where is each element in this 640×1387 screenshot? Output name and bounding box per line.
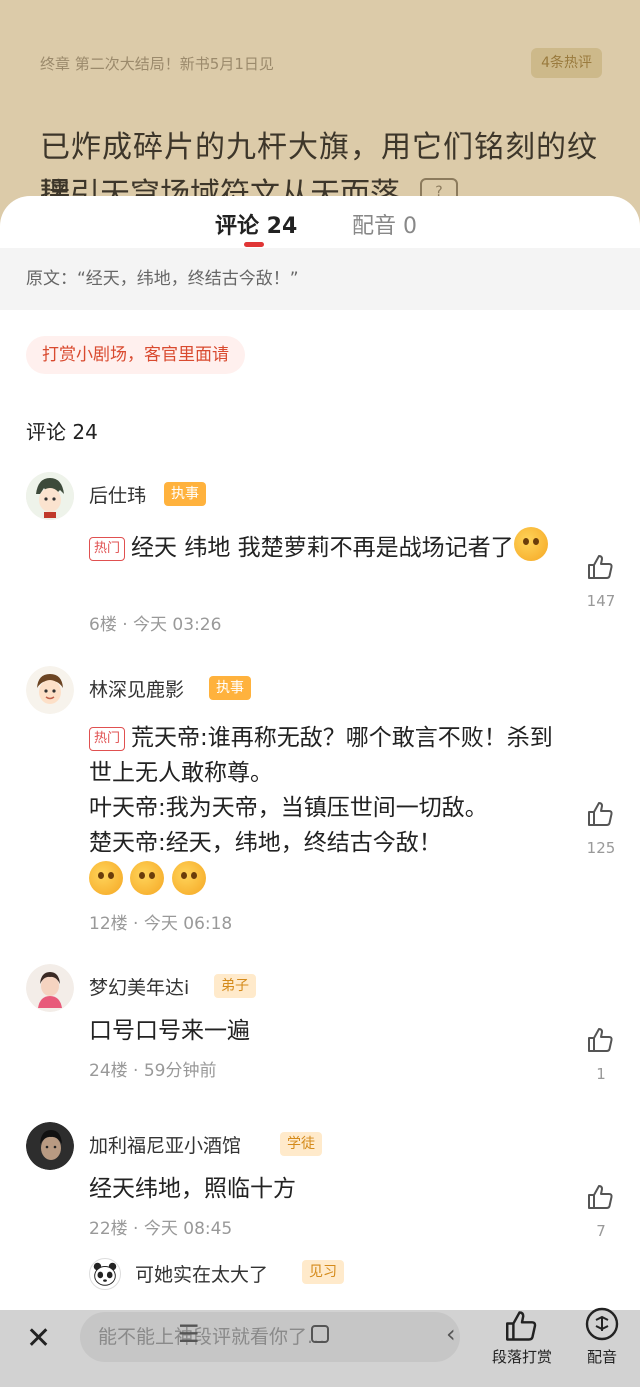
role-badge: 弟子	[214, 974, 256, 998]
comment-username[interactable]: 后仕玮	[89, 481, 146, 508]
thumbs-up-icon	[588, 1028, 613, 1052]
comment-username[interactable]: 加利福尼亚小酒馆	[89, 1131, 241, 1158]
like-button[interactable]: 7	[586, 1184, 616, 1240]
comment-line-2: 叶天帝:我为天帝，当镇压世间一切敌。	[89, 795, 488, 821]
comment-meta: 22楼 · 今天 08:45	[89, 1219, 233, 1239]
thumbs-up-icon	[506, 1311, 537, 1341]
role-badge: 执事	[164, 482, 206, 506]
panda-avatar-icon	[89, 1258, 121, 1290]
hot-comments-badge[interactable]: 4条热评	[531, 48, 602, 78]
comment-text: 经天纬地，照临十方	[89, 1176, 296, 1202]
tab-bar: 评论 24 配音 0	[0, 196, 640, 248]
shush-emoji-icon	[130, 861, 165, 895]
avatar[interactable]	[26, 666, 74, 714]
back-nav-icon[interactable]: ‹	[446, 1320, 456, 1348]
hot-tag: 热门	[89, 727, 126, 751]
comment-text-content: 经天 纬地 我楚萝莉不再是战场记者了	[131, 535, 514, 561]
comment-meta: 12楼 · 今天 06:18	[89, 914, 233, 934]
home-nav-icon[interactable]	[310, 1322, 330, 1350]
comment-meta: 24楼 · 59分钟前	[89, 1061, 217, 1081]
shush-emoji-icon	[171, 861, 206, 895]
original-quote: 原文：“经天，纬地，终结古今敌！”	[0, 248, 640, 310]
like-count: 147	[586, 592, 616, 610]
comment-text: 热门 荒天帝:谁再称无敌？哪个敢言不败！杀到世上无人敢称尊。 叶天帝:我为天帝，当…	[89, 721, 559, 900]
comment-input[interactable]: 能不能上神段评就看你了...	[80, 1312, 460, 1362]
like-button[interactable]: 1	[586, 1027, 616, 1083]
thumbs-up-icon	[588, 555, 613, 579]
comment-text: 热门 经天 纬地 我楚萝莉不再是战场记者了	[89, 527, 549, 566]
reward-theater-button[interactable]: 打赏小剧场，客官里面请	[26, 336, 245, 374]
dubbing-label: 配音	[586, 1348, 617, 1366]
role-badge: 学徒	[280, 1132, 322, 1156]
role-badge: 见习	[302, 1260, 344, 1284]
comment-line-1: 荒天帝:谁再称无敌？哪个敢言不败！杀到世上无人敢称尊。	[89, 725, 553, 786]
paragraph-reward-label: 段落打赏	[491, 1348, 552, 1366]
comment-username[interactable]: 林深见鹿影	[89, 675, 184, 702]
comments-count-heading: 评论 24	[26, 420, 98, 444]
avatar[interactable]	[26, 1122, 74, 1170]
hot-tag: 热门	[89, 537, 126, 561]
like-count: 1	[596, 1065, 606, 1083]
thumbs-up-icon	[588, 802, 613, 826]
dubbing-icon	[585, 1307, 619, 1341]
tab-comments[interactable]: 评论 24	[215, 208, 297, 240]
comment-sheet: 评论 24 配音 0 原文：“经天，纬地，终结古今敌！” 打赏小剧场，客官里面请…	[0, 196, 640, 1387]
like-button[interactable]: 147	[586, 554, 616, 610]
bottom-action-bar: ✕ 能不能上神段评就看你了... ☰ ‹ 段落打赏 配音	[0, 1307, 640, 1387]
reply-item[interactable]: 可她实在太大了 见习	[89, 1256, 589, 1292]
like-button[interactable]: 125	[586, 801, 616, 857]
like-count: 7	[596, 1222, 606, 1240]
pleading-emoji-icon	[513, 527, 548, 561]
avatar[interactable]	[26, 964, 74, 1012]
reply-text: 可她实在太大了	[135, 1264, 269, 1286]
menu-nav-icon[interactable]: ☰	[178, 1320, 200, 1348]
comment-line-3: 楚天帝:经天，纬地，终结古今敌！	[89, 830, 442, 856]
shush-emoji-icon	[89, 861, 123, 895]
tab-dubbing[interactable]: 配音 0	[352, 208, 417, 240]
comment-username[interactable]: 梦幻美年达i	[89, 973, 189, 1000]
comment-text: 口号口号来一遍	[89, 1018, 250, 1044]
close-icon[interactable]: ✕	[26, 1324, 51, 1354]
thumbs-up-icon	[588, 1185, 613, 1209]
comment-meta: 6楼 · 今天 03:26	[89, 615, 222, 635]
avatar[interactable]	[26, 472, 74, 520]
paragraph-reward-button[interactable]: 段落打赏	[489, 1310, 555, 1367]
like-count: 125	[586, 839, 616, 857]
active-tab-indicator	[244, 242, 264, 247]
chapter-title: 终章 第二次大结局！新书5月1日见	[40, 55, 274, 73]
dubbing-button[interactable]: 配音	[582, 1306, 622, 1367]
role-badge: 执事	[209, 676, 251, 700]
